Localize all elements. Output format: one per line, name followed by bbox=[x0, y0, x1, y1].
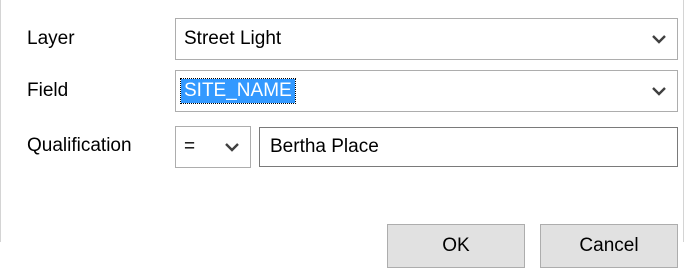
chevron-down-icon[interactable] bbox=[651, 85, 667, 97]
qualification-value-input[interactable]: Bertha Place bbox=[259, 127, 678, 167]
query-dialog: Layer Street Light Field SITE_NAME Quali… bbox=[0, 0, 684, 268]
layer-dropdown[interactable]: Street Light bbox=[175, 18, 678, 60]
ok-button[interactable]: OK bbox=[387, 224, 525, 268]
layer-value: Street Light bbox=[184, 28, 282, 49]
chevron-down-icon[interactable] bbox=[224, 141, 240, 153]
cancel-button[interactable]: Cancel bbox=[540, 224, 678, 268]
qualification-label: Qualification bbox=[27, 135, 132, 156]
qualification-value-text: Bertha Place bbox=[270, 136, 379, 157]
field-dropdown[interactable]: SITE_NAME bbox=[175, 70, 678, 112]
operator-dropdown[interactable]: = bbox=[175, 126, 251, 168]
chevron-down-icon[interactable] bbox=[651, 33, 667, 45]
field-label: Field bbox=[27, 80, 69, 101]
operator-value: = bbox=[184, 136, 196, 157]
layer-label: Layer bbox=[27, 28, 75, 49]
field-value: SITE_NAME bbox=[180, 78, 296, 104]
